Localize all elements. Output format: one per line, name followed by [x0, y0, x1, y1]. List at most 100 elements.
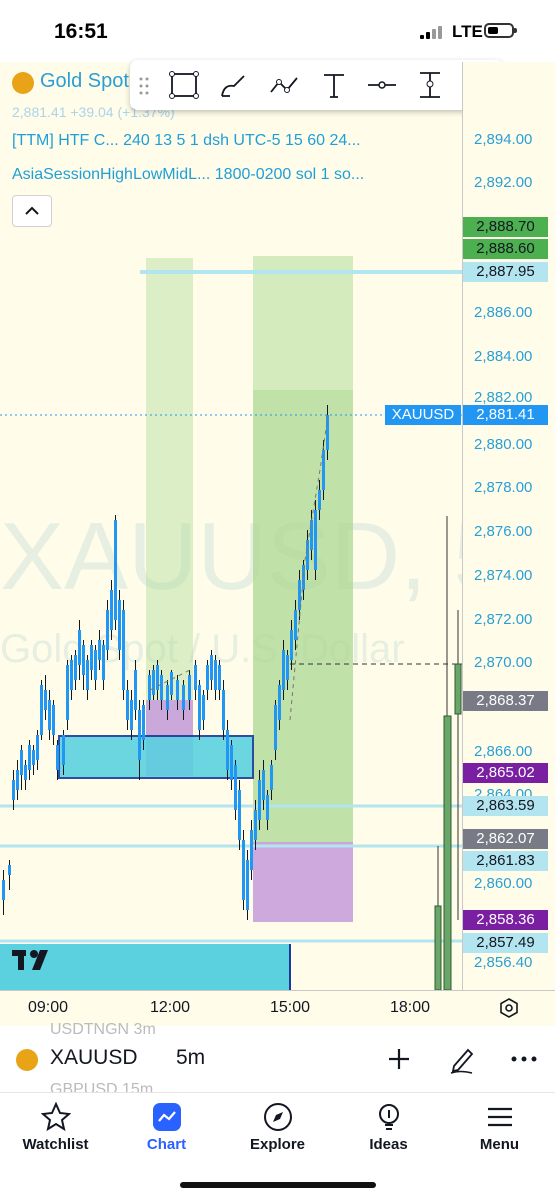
candle-body [326, 415, 329, 450]
collapse-legend-button[interactable] [12, 195, 52, 227]
price-tag: 2,868.37 [463, 691, 548, 711]
price-scale-label: 2,880.00 [474, 436, 533, 453]
nav-chart[interactable]: Chart [111, 1093, 222, 1163]
drag-handle-icon[interactable] [138, 76, 150, 96]
candle-body [98, 640, 101, 660]
candle-body [78, 630, 81, 665]
candle-body [230, 745, 233, 780]
indicator-asia-session[interactable]: AsiaSessionHighLowMidL... 1800-0200 sol … [12, 166, 364, 184]
candle-body [188, 675, 191, 700]
horizontal-line-tool-icon[interactable] [366, 70, 398, 100]
candle-body [294, 610, 297, 640]
chevron-up-icon [25, 206, 39, 215]
candle-body [20, 750, 23, 775]
rectangle-tool-icon[interactable] [168, 70, 200, 100]
drawing-pen-icon[interactable] [448, 1044, 476, 1074]
price-tag: 2,887.95 [463, 262, 548, 282]
candle-body [66, 665, 69, 720]
candle-body [226, 730, 229, 770]
candle-body [130, 700, 133, 730]
price-scale-label: 2,870.00 [474, 654, 533, 671]
chart-settings-icon[interactable] [497, 996, 521, 1020]
price-scale-label: 2,892.00 [474, 174, 533, 191]
indicator-ttm[interactable]: [TTM] HTF C... 240 13 5 1 dsh UTC-5 15 6… [12, 132, 361, 150]
candle-body [286, 655, 289, 680]
candle-body [166, 685, 169, 710]
candle-body [194, 665, 197, 690]
timeframe-selector[interactable]: 5m [176, 1046, 205, 1070]
symbol-price-tag: XAUUSD [385, 405, 461, 425]
candle-body [118, 600, 121, 650]
path-tool-icon[interactable] [268, 70, 300, 100]
price-tag: 2,858.36 [463, 910, 548, 930]
stop-zone-2 [253, 842, 353, 922]
measure-tool-icon[interactable] [414, 70, 446, 100]
price-tag: 2,862.07 [463, 829, 548, 849]
candle-body [12, 780, 15, 800]
candle-body [206, 665, 209, 690]
candle-body [314, 510, 317, 570]
battery-icon [484, 23, 517, 38]
candle-body [152, 670, 155, 695]
chart-canvas[interactable]: XAUUSD, 5 Gold Spot / U.S. Dollar [0, 62, 462, 990]
candle-body [110, 590, 113, 630]
gold-coin-icon [16, 1049, 38, 1071]
price-tag: 2,857.49 [463, 933, 548, 953]
drawing-toolbar[interactable] [130, 60, 504, 110]
symbol-selector[interactable]: XAUUSD [50, 1046, 138, 1070]
candle-body [262, 770, 265, 800]
nav-ideas[interactable]: Ideas [333, 1093, 444, 1163]
candle-body [310, 520, 313, 550]
cellular-signal-icon [420, 25, 446, 39]
candle-body [24, 765, 27, 780]
price-scale-label: 2,860.00 [474, 875, 533, 892]
candle-body [114, 520, 117, 620]
candle-body [176, 680, 179, 700]
brush-tool-icon[interactable] [218, 70, 250, 100]
candle-body [16, 770, 19, 790]
candle-body [102, 645, 105, 680]
symbol-title[interactable]: Gold Spot [40, 70, 129, 93]
price-scale-label: 2,882.00 [474, 389, 533, 406]
candle-body [302, 565, 305, 590]
nav-label: Ideas [369, 1136, 408, 1153]
candle-body [234, 765, 237, 810]
candle-body [32, 750, 35, 765]
candle-body [74, 655, 77, 680]
nav-explore[interactable]: Explore [222, 1093, 333, 1163]
candle-body [170, 672, 173, 695]
text-tool-icon[interactable] [318, 70, 350, 100]
home-indicator [180, 1182, 376, 1188]
nav-watchlist[interactable]: Watchlist [0, 1093, 111, 1163]
add-icon[interactable] [386, 1046, 412, 1072]
lightbulb-icon [379, 1104, 399, 1130]
price-scale-label: 2,856.40 [474, 954, 533, 971]
candle-body [122, 610, 125, 690]
price-scale-label: 2,884.00 [474, 348, 533, 365]
nav-label: Watchlist [22, 1136, 89, 1153]
candle-body [8, 865, 11, 875]
candle-body [2, 880, 5, 900]
candle-body [290, 630, 293, 660]
candle-body [210, 655, 213, 680]
candle-body [86, 660, 89, 690]
support-box [58, 735, 254, 779]
price-scale-label: 2,878.00 [474, 479, 533, 496]
time-label: 15:00 [270, 999, 311, 1016]
candle-body [222, 690, 225, 730]
candle-body [254, 810, 257, 840]
candle-body [62, 735, 65, 765]
candle-body [70, 660, 73, 690]
candle-body [258, 780, 261, 820]
candle-body [148, 675, 151, 700]
price-chart[interactable] [0, 62, 462, 990]
candle-body [218, 665, 221, 690]
nav-menu[interactable]: Menu [444, 1093, 555, 1163]
candle-body [56, 745, 59, 770]
candle-body [48, 700, 51, 730]
more-options-icon[interactable] [510, 1054, 538, 1064]
price-tag: 2,863.59 [463, 796, 548, 816]
candle-body [94, 650, 97, 680]
candle-body [270, 765, 273, 790]
gold-coin-icon [12, 72, 34, 94]
